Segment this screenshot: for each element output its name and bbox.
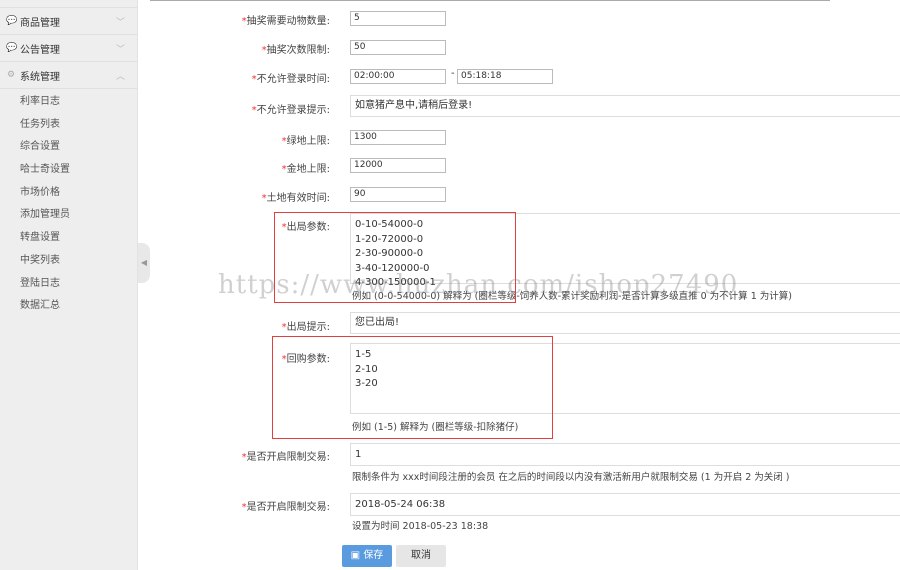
- chat-icon: 💬: [6, 43, 18, 53]
- field-label: *不允许登录提示:: [251, 105, 330, 116]
- cancel-button[interactable]: 取消: [396, 545, 446, 567]
- watermark: https://www.huzhan.com/ishop27490: [218, 270, 739, 300]
- restrict-hint: 限制条件为 xxx时间段注册的会员 在之后的时间段以内没有激活新用户就限制交易 …: [352, 472, 790, 483]
- out-tip-input[interactable]: 您已出局!: [350, 312, 900, 334]
- no-login-tip-input[interactable]: 如意猪产息中,请稍后登录!: [350, 95, 900, 117]
- sidebar-item[interactable]: 综合设置: [0, 136, 137, 159]
- sidebar-group-notice[interactable]: 💬 公告管理 ﹀: [0, 35, 137, 62]
- sidebar: 💬 商品管理 ﹀ 💬 公告管理 ﹀ ⚙ 系统管理 ︿ 利率日志 任务列表 综合设置 哈士奇设…: [0, 0, 138, 570]
- sidebar-item[interactable]: 登陆日志: [0, 273, 137, 296]
- group-label: 商品管理: [20, 17, 60, 29]
- field-label: *土地有效时间:: [261, 193, 330, 204]
- save-button[interactable]: ▣ 保存: [342, 545, 392, 567]
- highlight-box: [272, 336, 553, 439]
- sidebar-group-goods[interactable]: 💬 商品管理 ﹀: [0, 8, 137, 35]
- lottery-count-input[interactable]: 5: [350, 11, 446, 26]
- save-icon: ▣: [350, 550, 361, 561]
- field-label: *抽奖需要动物数量:: [241, 16, 330, 27]
- sidebar-item[interactable]: 任务列表: [0, 114, 137, 137]
- sidebar-item[interactable]: 数据汇总: [0, 295, 137, 318]
- no-login-end-input[interactable]: 05:18:18: [457, 69, 553, 84]
- sidebar-item[interactable]: 转盘设置: [0, 227, 137, 250]
- chevron-down-icon: ﹀: [115, 44, 125, 55]
- no-login-start-input[interactable]: 02:00:00: [350, 69, 446, 84]
- sidebar-item[interactable]: 添加管理员: [0, 204, 137, 227]
- field-label: *出局提示:: [281, 322, 330, 333]
- divider: [150, 0, 830, 1]
- sidebar-item[interactable]: 市场价格: [0, 182, 137, 205]
- gear-icon: ⚙: [6, 70, 16, 80]
- field-label: *绿地上限:: [281, 136, 330, 147]
- restrict-time-input[interactable]: 2018-05-24 06:38: [350, 493, 900, 516]
- group-label: 公告管理: [20, 44, 60, 56]
- sidebar-item[interactable]: 利率日志: [0, 91, 137, 114]
- sidebar-group-system[interactable]: ⚙ 系统管理 ︿: [0, 62, 137, 89]
- green-limit-input[interactable]: 1300: [350, 130, 446, 145]
- gold-limit-input[interactable]: 12000: [350, 158, 446, 173]
- caret-left-icon: ◀: [140, 258, 148, 267]
- field-label: *不允许登录时间:: [251, 74, 330, 85]
- chevron-down-icon: ﹀: [115, 17, 125, 28]
- sidebar-item[interactable]: 中奖列表: [0, 250, 137, 273]
- chat-icon: 💬: [6, 16, 18, 26]
- field-label: *抽奖次数限制:: [261, 45, 330, 56]
- field-label: *是否开启限制交易:: [241, 452, 330, 463]
- sidebar-group-partial: [0, 0, 137, 8]
- field-label: *是否开启限制交易:: [241, 502, 330, 513]
- restrict-input[interactable]: 1: [350, 443, 900, 466]
- group-label: 系统管理: [20, 71, 60, 83]
- sidebar-collapse-handle[interactable]: ◀: [138, 243, 150, 283]
- land-valid-input[interactable]: 90: [350, 187, 446, 202]
- field-label: *金地上限:: [281, 164, 330, 175]
- range-separator: -: [451, 68, 455, 79]
- chevron-up-icon: ︿: [115, 71, 125, 82]
- restrict-time-hint: 设置为时间 2018-05-23 18:38: [352, 521, 489, 532]
- lottery-limit-input[interactable]: 50: [350, 40, 446, 55]
- sidebar-item[interactable]: 哈士奇设置: [0, 159, 137, 182]
